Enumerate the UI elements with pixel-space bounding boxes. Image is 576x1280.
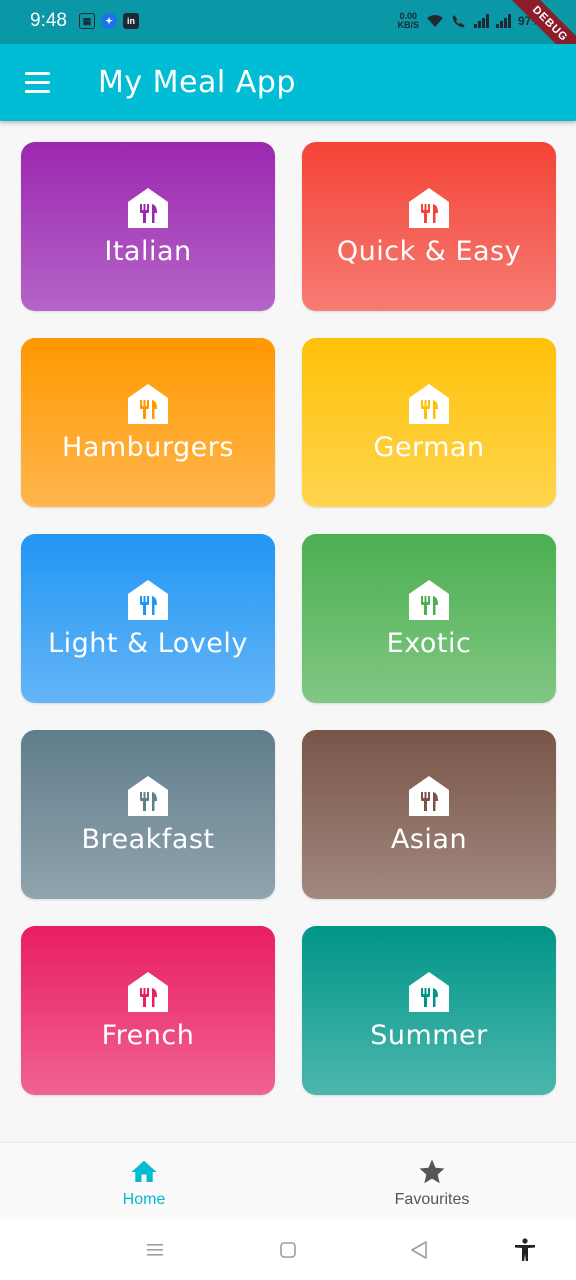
restaurant-icon: [128, 384, 168, 424]
category-title: French: [101, 1020, 195, 1051]
restaurant-icon: [409, 188, 449, 228]
restaurant-icon: [409, 972, 449, 1012]
restaurant-icon: [409, 776, 449, 816]
restaurant-icon: [128, 776, 168, 816]
restaurant-icon: [128, 580, 168, 620]
nav-favourites-tab[interactable]: Favourites: [357, 1157, 507, 1209]
signal-icon-2: [495, 14, 511, 28]
restaurant-icon: [128, 188, 168, 228]
category-title: Hamburgers: [62, 432, 234, 463]
status-bar: 9:48 ▦ ✦ in 0.00 KB/S 97% DEBUG: [0, 0, 576, 74]
recents-icon[interactable]: [142, 1237, 168, 1263]
category-title: Asian: [390, 824, 468, 855]
linkedin-icon: in: [123, 13, 139, 29]
status-notification-icons: ▦ ✦ in: [79, 13, 139, 29]
category-card-exotic[interactable]: Exotic: [302, 534, 556, 703]
category-title: Italian: [104, 236, 192, 267]
category-title: Breakfast: [81, 824, 215, 855]
status-system-icons: 0.00 KB/S 97%: [397, 12, 542, 30]
category-card-french[interactable]: French: [21, 926, 275, 1095]
nav-favourites-label: Favourites: [394, 1191, 470, 1208]
back-icon[interactable]: [406, 1237, 432, 1263]
bottom-navigation: Home Favourites: [0, 1142, 576, 1219]
category-card-light-and-lovely[interactable]: Light & Lovely: [21, 534, 275, 703]
restaurant-icon: [128, 972, 168, 1012]
app-bar: My Meal App: [0, 44, 576, 121]
restaurant-icon: [409, 580, 449, 620]
home-icon: [131, 1160, 157, 1182]
category-card-hamburgers[interactable]: Hamburgers: [21, 338, 275, 507]
category-title: Quick & Easy: [336, 236, 522, 267]
category-card-asian[interactable]: Asian: [302, 730, 556, 899]
nav-home-label: Home: [122, 1191, 166, 1208]
category-title: German: [373, 432, 485, 463]
wifi-icon: [426, 15, 443, 27]
category-grid: Italian Quick & Easy Hamburgers German Light…: [21, 142, 556, 1095]
app-title: My Meal App: [98, 65, 296, 100]
restaurant-icon: [409, 384, 449, 424]
status-time: 9:48: [30, 10, 67, 31]
signal-icon: [473, 14, 489, 28]
net-speed: 0.00 KB/S: [397, 12, 419, 30]
menu-icon[interactable]: [24, 72, 52, 94]
category-title: Summer: [370, 1020, 488, 1051]
category-card-breakfast[interactable]: Breakfast: [21, 730, 275, 899]
volte-call-icon: [452, 15, 465, 28]
star-icon: [419, 1159, 445, 1184]
system-navigation-bar: [0, 1219, 576, 1280]
category-title: Exotic: [386, 628, 472, 659]
home-square-icon[interactable]: [275, 1237, 301, 1263]
category-card-italian[interactable]: Italian: [21, 142, 275, 311]
category-card-quick-and-easy[interactable]: Quick & Easy: [302, 142, 556, 311]
accessibility-icon[interactable]: [512, 1237, 538, 1263]
category-card-summer[interactable]: Summer: [302, 926, 556, 1095]
message-icon: ✦: [101, 13, 117, 29]
category-card-german[interactable]: German: [302, 338, 556, 507]
nav-home-tab[interactable]: Home: [69, 1157, 219, 1209]
net-speed-unit: KB/S: [397, 20, 419, 30]
category-title: Light & Lovely: [48, 628, 248, 659]
sim-icon: ▦: [79, 13, 95, 29]
